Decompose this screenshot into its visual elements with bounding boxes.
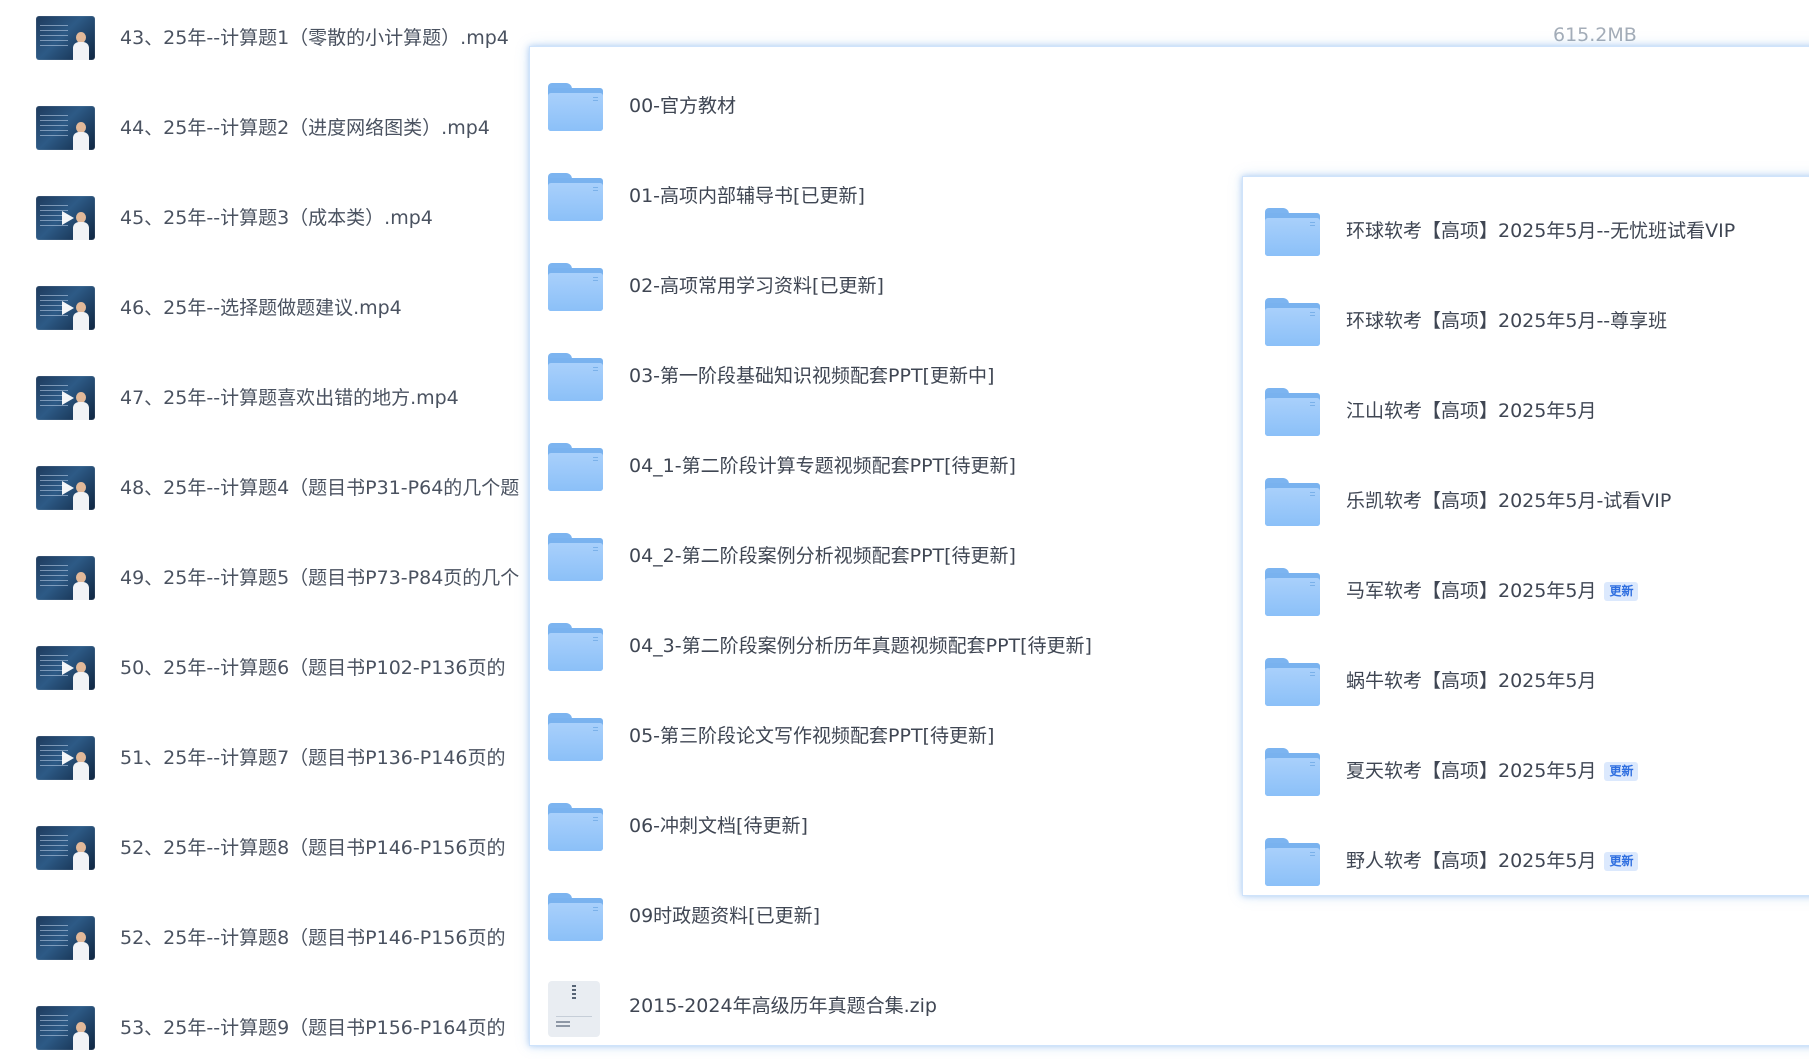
folder-name-wrap: 乐凯软考【高项】2025年5月-试看VIP	[1346, 489, 1671, 513]
video-file-name: 46、25年--选择题做题建议.mp4	[120, 297, 402, 319]
folder-icon	[548, 353, 603, 401]
folder-icon	[1265, 568, 1320, 616]
video-thumbnail	[36, 916, 95, 960]
folder-name: 04_1-第二阶段计算专题视频配套PPT[待更新]	[629, 455, 1016, 477]
video-file-name: 44、25年--计算题2（进度网络图类）.mp4	[120, 117, 490, 139]
folder-icon	[548, 713, 603, 761]
play-icon	[61, 661, 74, 675]
course-folder-item[interactable]: 夏天软考【高项】2025年5月 更新	[1243, 726, 1809, 816]
folder-icon	[1265, 658, 1320, 706]
video-file-name: 49、25年--计算题5（题目书P73-P84页的几个	[120, 567, 520, 589]
course-folder-item[interactable]: 环球软考【高项】2025年5月--尊享班	[1243, 276, 1809, 366]
folder-name: 05-第三阶段论文写作视频配套PPT[待更新]	[629, 725, 995, 747]
video-thumbnail	[36, 646, 95, 690]
video-file-name: 48、25年--计算题4（题目书P31-P64的几个题	[120, 477, 520, 499]
folder-icon	[548, 173, 603, 221]
folder-name: 06-冲刺文档[待更新]	[629, 815, 808, 837]
folder-name: 04_2-第二阶段案例分析视频配套PPT[待更新]	[629, 545, 1016, 567]
course-folder-item[interactable]: 野人软考【高项】2025年5月 更新	[1243, 816, 1809, 895]
folder-name-wrap: 江山软考【高项】2025年5月	[1346, 399, 1596, 423]
video-thumbnail	[36, 16, 95, 60]
play-icon	[61, 211, 74, 225]
course-folder-item[interactable]: 乐凯软考【高项】2025年5月-试看VIP	[1243, 456, 1809, 546]
play-icon	[61, 751, 74, 765]
video-file-name: 51、25年--计算题7（题目书P136-P146页的	[120, 747, 506, 769]
folder-icon	[548, 533, 603, 581]
zip-file-item[interactable]: 2015-2024年高级历年真题合集.zip	[530, 965, 1809, 1045]
update-badge: 更新	[1604, 582, 1639, 601]
video-thumbnail	[36, 826, 95, 870]
folder-name: 09时政题资料[已更新]	[629, 905, 821, 927]
folder-name: 乐凯软考【高项】2025年5月-试看VIP	[1346, 490, 1672, 512]
folder-name-wrap: 野人软考【高项】2025年5月 更新	[1346, 849, 1639, 873]
folder-name: 江山软考【高项】2025年5月	[1346, 400, 1597, 422]
video-file-name: 45、25年--计算题3（成本类）.mp4	[120, 207, 433, 229]
folder-icon	[548, 83, 603, 131]
folder-icon	[1265, 748, 1320, 796]
folder-name: 蜗牛软考【高项】2025年5月	[1346, 670, 1597, 692]
folder-icon	[1265, 838, 1320, 886]
folder-name-wrap: 环球软考【高项】2025年5月--尊享班	[1346, 309, 1667, 333]
update-badge: 更新	[1604, 762, 1639, 781]
folder-name-wrap: 环球软考【高项】2025年5月--无忧班试看VIP	[1346, 219, 1735, 243]
video-thumbnail	[36, 376, 95, 420]
folder-item[interactable]: 00-官方教材	[530, 65, 1809, 155]
course-folder-item[interactable]: 马军软考【高项】2025年5月 更新	[1243, 546, 1809, 636]
folder-name: 02-高项常用学习资料[已更新]	[629, 275, 884, 297]
folder-icon	[1265, 478, 1320, 526]
folder-name: 环球软考【高项】2025年5月--无忧班试看VIP	[1346, 220, 1736, 242]
video-file-name: 50、25年--计算题6（题目书P102-P136页的	[120, 657, 506, 679]
folder-name: 03-第一阶段基础知识视频配套PPT[更新中]	[629, 365, 995, 387]
video-file-name: 52、25年--计算题8（题目书P146-P156页的	[120, 927, 506, 949]
folder-icon	[548, 623, 603, 671]
update-badge: 更新	[1604, 852, 1639, 871]
folder-icon	[1265, 388, 1320, 436]
folder-icon	[548, 263, 603, 311]
video-thumbnail	[36, 1006, 95, 1050]
folder-name: 01-高项内部辅导书[已更新]	[629, 185, 865, 207]
folder-name: 马军软考【高项】2025年5月	[1346, 580, 1597, 602]
course-folder-panel: 环球软考【高项】2025年5月--无忧班试看VIP 环球软考【高项】2025年5月…	[1242, 176, 1809, 896]
folder-name: 野人软考【高项】2025年5月	[1346, 850, 1597, 872]
course-folder-item[interactable]: 环球软考【高项】2025年5月--无忧班试看VIP	[1243, 186, 1809, 276]
folder-name: 04_3-第二阶段案例分析历年真题视频配套PPT[待更新]	[629, 635, 1092, 657]
folder-icon	[1265, 208, 1320, 256]
video-file-name: 43、25年--计算题1（零散的小计算题）.mp4	[120, 27, 509, 49]
video-thumbnail	[36, 736, 95, 780]
video-thumbnail	[36, 106, 95, 150]
play-icon	[61, 391, 74, 405]
folder-name-wrap: 蜗牛软考【高项】2025年5月	[1346, 669, 1596, 693]
video-file-name: 52、25年--计算题8（题目书P146-P156页的	[120, 837, 506, 859]
video-file-name: 53、25年--计算题9（题目书P156-P164页的	[120, 1017, 506, 1039]
course-folder-item[interactable]: 江山软考【高项】2025年5月	[1243, 366, 1809, 456]
folder-icon	[548, 803, 603, 851]
folder-name-wrap: 马军软考【高项】2025年5月 更新	[1346, 579, 1639, 603]
play-icon	[61, 301, 74, 315]
folder-name: 夏天软考【高项】2025年5月	[1346, 760, 1597, 782]
video-thumbnail	[36, 466, 95, 510]
zip-icon	[548, 981, 600, 1037]
course-folder-item[interactable]: 蜗牛软考【高项】2025年5月	[1243, 636, 1809, 726]
video-thumbnail	[36, 556, 95, 600]
folder-name: 00-官方教材	[629, 95, 737, 117]
folder-icon	[548, 443, 603, 491]
file-browser-screen: 615.2MB 43、25年--计算题1（零散的小计算题）.mp4 44、25年-…	[0, 0, 1809, 1059]
folder-name: 2015-2024年高级历年真题合集.zip	[629, 995, 937, 1017]
video-thumbnail	[36, 196, 95, 240]
play-icon	[61, 481, 74, 495]
folder-icon	[1265, 298, 1320, 346]
video-thumbnail	[36, 286, 95, 330]
folder-name-wrap: 夏天软考【高项】2025年5月 更新	[1346, 759, 1639, 783]
folder-icon	[548, 893, 603, 941]
video-file-name: 47、25年--计算题喜欢出错的地方.mp4	[120, 387, 459, 409]
folder-name: 环球软考【高项】2025年5月--尊享班	[1346, 310, 1668, 332]
